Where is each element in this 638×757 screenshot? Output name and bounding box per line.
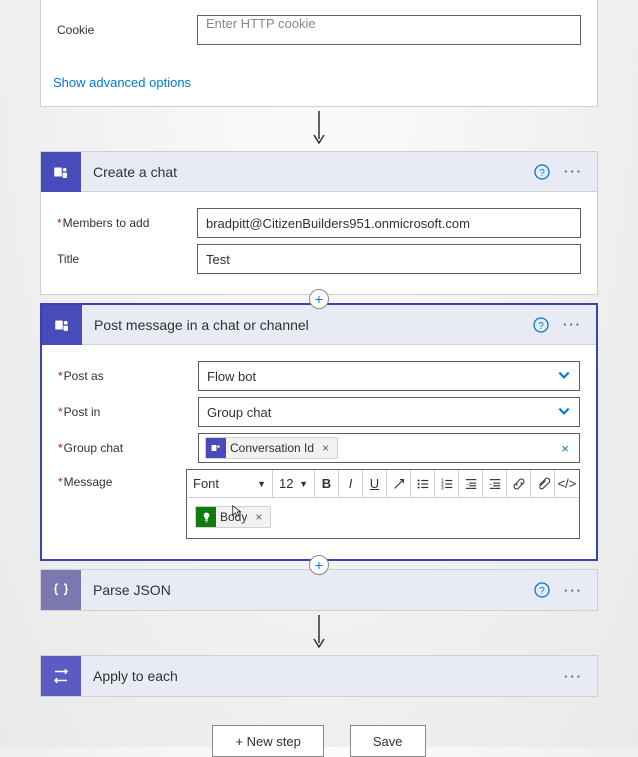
apply-to-each-title: Apply to each [81,668,564,684]
save-button[interactable]: Save [350,725,426,757]
add-step-button[interactable]: + [309,289,329,309]
svg-text:?: ? [538,321,544,332]
flow-arrow-icon [40,615,598,651]
token-label: Body [220,510,251,524]
token-remove-icon[interactable]: × [251,510,266,524]
svg-text:?: ? [539,586,545,597]
underline-icon[interactable]: U [363,470,387,497]
braces-icon [41,570,81,610]
numbered-list-icon[interactable]: 123 [435,470,459,497]
post-message-title: Post message in a chat or channel [82,317,533,333]
clear-field-icon[interactable]: × [557,441,573,456]
post-in-select[interactable]: Group chat [198,397,580,427]
show-advanced-options-link[interactable]: Show advanced options [41,65,597,106]
help-icon[interactable]: ? [533,317,549,333]
post-as-select[interactable]: Flow bot [198,361,580,391]
cookie-input[interactable]: Enter HTTP cookie [197,15,581,45]
post-in-label: *Post in [58,405,198,419]
group-chat-input[interactable]: Conversation Id × × [198,433,580,463]
font-family-select[interactable]: Font▼ [187,470,273,497]
cookie-label: Cookie [57,23,197,37]
more-menu-icon[interactable]: ··· [564,583,583,598]
clear-formatting-icon[interactable] [387,470,411,497]
teams-icon [41,152,81,192]
svg-text:3: 3 [440,485,443,491]
outdent-icon[interactable] [459,470,483,497]
group-chat-label: *Group chat [58,441,198,455]
message-label: *Message [58,469,186,489]
footer-buttons: + New step Save [40,725,598,757]
teams-icon [42,305,82,345]
font-size-select[interactable]: 12▼ [273,470,315,497]
create-chat-card: Create a chat ? ··· *Members to add Titl… [40,151,598,295]
bullet-list-icon[interactable] [411,470,435,497]
editor-body[interactable]: Body × [187,498,579,538]
more-menu-icon[interactable]: ··· [564,669,583,684]
parse-json-card: Parse JSON ? ··· [40,569,598,611]
parse-json-title: Parse JSON [81,582,534,598]
editor-toolbar: Font▼ 12▼ B I U 123 </> [187,470,579,498]
italic-icon[interactable]: I [339,470,363,497]
show-advanced-options-label: Show advanced options [53,75,191,90]
create-chat-header[interactable]: Create a chat ? ··· [41,152,597,192]
chevron-down-icon [557,404,571,421]
message-editor[interactable]: Font▼ 12▼ B I U 123 </> [186,469,580,539]
token-remove-icon[interactable]: × [318,441,333,455]
post-message-card: Post message in a chat or channel ? ··· … [40,303,598,561]
attachment-icon[interactable] [531,470,555,497]
loop-icon [41,656,81,696]
new-step-button[interactable]: + New step [212,725,323,757]
help-icon[interactable]: ? [534,164,550,180]
svg-text:?: ? [539,168,545,179]
post-message-header[interactable]: Post message in a chat or channel ? ··· [42,305,596,345]
chevron-down-icon [557,368,571,385]
apply-to-each-header[interactable]: Apply to each ··· [41,656,597,696]
conversation-id-token[interactable]: Conversation Id × [205,437,338,459]
more-menu-icon[interactable]: ··· [563,317,582,332]
bold-icon[interactable]: B [315,470,339,497]
chat-title-input[interactable] [197,244,581,274]
http-action-card: Cookie Enter HTTP cookie Show advanced o… [40,0,598,107]
parse-json-header[interactable]: Parse JSON ? ··· [41,570,597,610]
flow-arrow-icon [40,111,598,147]
lightbulb-icon [196,507,216,527]
add-step-button[interactable]: + [309,555,329,575]
body-token[interactable]: Body × [195,506,271,528]
create-chat-title: Create a chat [81,164,534,180]
indent-icon[interactable] [483,470,507,497]
members-label: *Members to add [57,216,197,230]
post-in-value: Group chat [207,405,271,420]
link-icon[interactable] [507,470,531,497]
more-menu-icon[interactable]: ··· [564,164,583,179]
post-as-label: *Post as [58,369,198,383]
code-view-icon[interactable]: </> [555,470,579,497]
apply-to-each-card: Apply to each ··· [40,655,598,697]
post-as-value: Flow bot [207,369,256,384]
token-label: Conversation Id [230,441,318,455]
members-input[interactable] [197,208,581,238]
help-icon[interactable]: ? [534,582,550,598]
chat-title-label: Title [57,252,197,266]
teams-icon [206,438,226,458]
